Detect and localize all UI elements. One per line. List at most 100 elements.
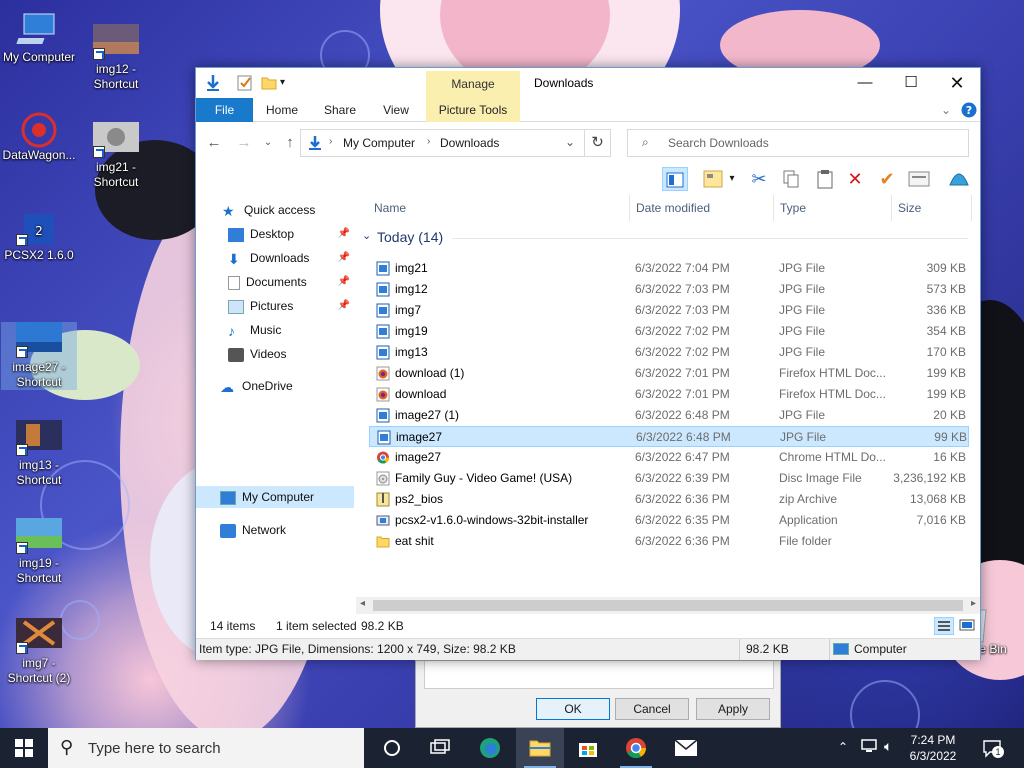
- details-view-icon[interactable]: [934, 617, 954, 635]
- forward-arrow-icon[interactable]: →: [234, 133, 254, 153]
- address-bar[interactable]: › My Computer › Downloads ⌄: [300, 129, 585, 157]
- file-row[interactable]: pcsx2-v1.6.0-windows-32bit-installer 6/3/…: [369, 510, 969, 531]
- cancel-button[interactable]: Cancel: [615, 698, 689, 720]
- new-folder-icon[interactable]: [260, 74, 278, 92]
- file-row[interactable]: img13 6/3/2022 7:02 PM JPG File 170 KB: [369, 342, 969, 363]
- desktop-icon-img19[interactable]: img19 - Shortcut: [1, 518, 77, 586]
- customize-quick-access-icon[interactable]: ▾: [280, 74, 298, 92]
- up-arrow-icon[interactable]: ↑: [280, 133, 300, 153]
- properties-checkbox-icon[interactable]: [236, 74, 254, 92]
- maximize-icon[interactable]: ☐: [888, 68, 934, 98]
- tab-share[interactable]: Share: [318, 98, 362, 122]
- file-row[interactable]: eat shit 6/3/2022 6:36 PM File folder: [369, 531, 969, 552]
- nav-downloads[interactable]: ⬇ Downloads 📌: [228, 247, 350, 269]
- rename-check-icon[interactable]: ✔: [874, 167, 900, 191]
- store-icon[interactable]: [564, 728, 612, 768]
- collapse-chevron-icon[interactable]: ⌄: [362, 229, 371, 242]
- pin-icon[interactable]: 📌: [338, 223, 350, 245]
- pin-icon[interactable]: 📌: [338, 271, 350, 293]
- file-row[interactable]: image27 (1) 6/3/2022 6:48 PM JPG File 20 KB: [369, 405, 969, 426]
- horizontal-scrollbar[interactable]: ◂ ▸: [356, 597, 980, 614]
- cortana-icon[interactable]: [368, 728, 416, 768]
- volume-icon[interactable]: 🔈︎: [884, 738, 892, 755]
- clock[interactable]: 7:24 PM 6/3/2022: [900, 732, 966, 764]
- file-row[interactable]: image27 6/3/2022 6:48 PM JPG File 99 KB: [369, 426, 969, 447]
- file-row[interactable]: image27 6/3/2022 6:47 PM Chrome HTML Do...…: [369, 447, 969, 468]
- preview-pane-icon[interactable]: [662, 167, 688, 191]
- desktop-icon-img13[interactable]: img13 - Shortcut: [1, 420, 77, 488]
- breadcrumb-my-computer[interactable]: My Computer: [343, 136, 415, 150]
- file-explorer-taskbar-icon[interactable]: [516, 728, 564, 768]
- search-input[interactable]: ⌕ Search Downloads: [627, 129, 969, 157]
- nav-videos[interactable]: Videos: [228, 343, 286, 365]
- notification-icon[interactable]: 1: [982, 738, 1004, 758]
- recent-locations-icon[interactable]: ⌄: [258, 133, 278, 153]
- large-icons-view-icon[interactable]: [958, 617, 976, 635]
- pin-icon[interactable]: 📌: [338, 247, 350, 269]
- desktop-icon-img21[interactable]: img21 - Shortcut: [78, 122, 154, 190]
- task-view-icon[interactable]: [416, 728, 464, 768]
- column-header-type[interactable]: Type: [774, 195, 892, 221]
- desktop-icon-img7[interactable]: img7 - Shortcut (2): [1, 618, 77, 686]
- refresh-icon[interactable]: ↻: [585, 129, 611, 157]
- nav-network[interactable]: Network: [220, 519, 286, 541]
- tab-picture-tools[interactable]: Picture Tools: [426, 98, 520, 122]
- tab-file[interactable]: File: [196, 98, 253, 122]
- scroll-left-icon[interactable]: ◂: [360, 598, 365, 609]
- taskbar-search-box[interactable]: ⚲ Type here to search: [48, 728, 364, 768]
- file-row[interactable]: img12 6/3/2022 7:03 PM JPG File 573 KB: [369, 279, 969, 300]
- nav-quick-access[interactable]: ★ Quick access: [222, 199, 315, 221]
- breadcrumb-downloads[interactable]: Downloads: [440, 136, 499, 150]
- shell-icon[interactable]: [946, 167, 972, 191]
- properties-icon[interactable]: [906, 167, 932, 191]
- file-row[interactable]: img19 6/3/2022 7:02 PM JPG File 354 KB: [369, 321, 969, 342]
- copy-icon[interactable]: [778, 167, 804, 191]
- column-header-name[interactable]: Name: [368, 195, 630, 221]
- desktop-icon-datawagon[interactable]: DataWagon...: [1, 110, 77, 163]
- nav-pictures[interactable]: Pictures 📌: [228, 295, 350, 317]
- expand-ribbon-icon[interactable]: ⌄: [938, 98, 954, 122]
- chrome-icon[interactable]: [612, 728, 660, 768]
- pin-icon[interactable]: 📌: [338, 295, 350, 317]
- nav-music[interactable]: ♪ Music: [228, 319, 281, 341]
- desktop-icon-my-computer[interactable]: My Computer: [1, 12, 77, 65]
- desktop-icon-img12[interactable]: img12 - Shortcut: [78, 24, 154, 92]
- tab-view[interactable]: View: [376, 98, 416, 122]
- file-row[interactable]: download 6/3/2022 7:01 PM Firefox HTML Doc…: [369, 384, 969, 405]
- title-bar[interactable]: ▾ Manage Downloads — ☐ ✕: [196, 68, 980, 98]
- delete-icon[interactable]: ✕: [842, 167, 868, 191]
- ok-button[interactable]: OK: [536, 698, 610, 720]
- start-button[interactable]: [0, 728, 48, 768]
- nav-documents[interactable]: Documents 📌: [228, 271, 350, 293]
- minimize-icon[interactable]: —: [842, 68, 888, 98]
- scroll-right-icon[interactable]: ▸: [971, 598, 976, 609]
- tab-manage[interactable]: Manage: [426, 71, 520, 98]
- tab-home[interactable]: Home: [260, 98, 304, 122]
- file-row[interactable]: download (1) 6/3/2022 7:01 PM Firefox HTML…: [369, 363, 969, 384]
- close-icon[interactable]: ✕: [934, 68, 980, 98]
- view-options-icon[interactable]: [700, 167, 726, 191]
- cut-icon[interactable]: ✂: [746, 167, 772, 191]
- network-status-icon[interactable]: [860, 738, 878, 754]
- show-hidden-icons-icon[interactable]: ⌃: [838, 740, 848, 754]
- file-row[interactable]: img21 6/3/2022 7:04 PM JPG File 309 KB: [369, 258, 969, 279]
- help-icon[interactable]: ?: [960, 98, 978, 122]
- desktop-icon-pcsx2[interactable]: 2 PCSX2 1.6.0: [1, 210, 77, 263]
- column-header-size[interactable]: Size: [892, 195, 972, 221]
- file-row[interactable]: img7 6/3/2022 7:03 PM JPG File 336 KB: [369, 300, 969, 321]
- nav-desktop[interactable]: Desktop 📌: [228, 223, 350, 245]
- scrollbar-thumb[interactable]: [373, 600, 963, 611]
- mail-icon[interactable]: [662, 728, 710, 768]
- nav-my-computer[interactable]: My Computer: [196, 486, 354, 508]
- nav-onedrive[interactable]: ☁ OneDrive: [220, 375, 293, 397]
- desktop-icon-image27[interactable]: image27 - Shortcut: [1, 322, 77, 390]
- apply-button[interactable]: Apply: [696, 698, 770, 720]
- back-arrow-icon[interactable]: ←: [204, 133, 224, 153]
- view-dropdown-icon[interactable]: ▾: [726, 167, 738, 191]
- paste-icon[interactable]: [812, 167, 838, 191]
- file-row[interactable]: Family Guy - Video Game! (USA) 6/3/2022 6…: [369, 468, 969, 489]
- group-header-today[interactable]: ⌄ Today (14): [356, 227, 968, 249]
- address-dropdown-icon[interactable]: ⌄: [565, 135, 575, 149]
- file-row[interactable]: ps2_bios 6/3/2022 6:36 PM zip Archive 13,06…: [369, 489, 969, 510]
- edge-icon[interactable]: [466, 728, 514, 768]
